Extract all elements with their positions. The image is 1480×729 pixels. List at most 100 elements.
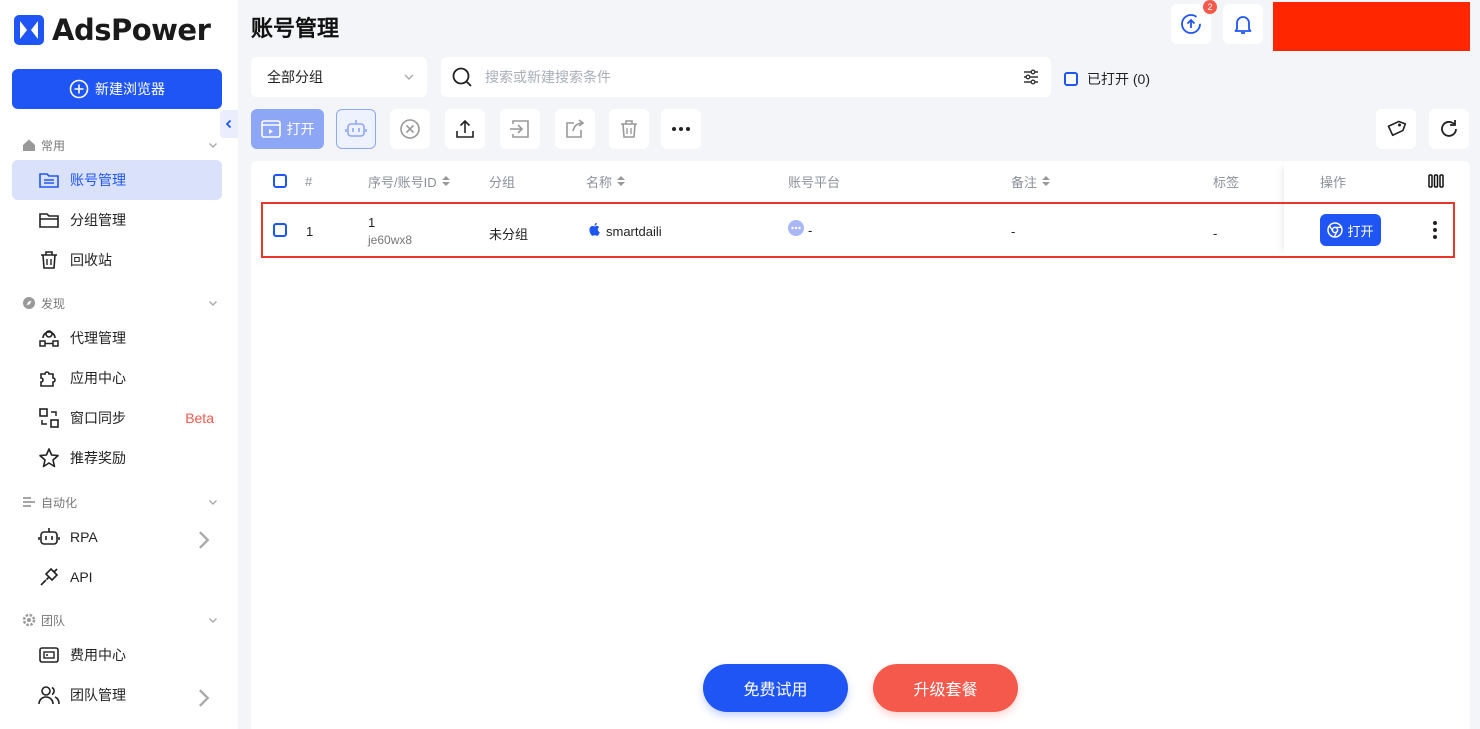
sidebar-item-referral[interactable]: 推荐奖励 (12, 438, 222, 478)
sidebar-item-groups[interactable]: 分组管理 (12, 200, 222, 240)
select-all-checkbox[interactable] (273, 161, 287, 201)
free-trial-button[interactable]: 免费试用 (703, 664, 848, 712)
tags-button[interactable] (1376, 109, 1416, 149)
row-open-browser-button[interactable]: 打开 (1320, 214, 1381, 246)
sidebar-item-apps[interactable]: 应用中心 (12, 358, 222, 398)
sidebar-item-label: 窗口同步 (70, 410, 126, 426)
collapse-sidebar-button[interactable] (220, 110, 238, 138)
sort-icon[interactable] (616, 175, 626, 187)
column-header-group: 分组 (489, 161, 515, 201)
sidebar-item-billing[interactable]: 费用中心 (12, 635, 222, 675)
puzzle-icon (40, 371, 56, 387)
column-settings-button[interactable] (1428, 161, 1444, 201)
trash-icon (621, 120, 637, 138)
sidebar-item-proxy[interactable]: 代理管理 (12, 318, 222, 358)
upload-button[interactable] (445, 109, 485, 149)
group-select[interactable]: 全部分组 (251, 57, 427, 97)
notification-count-badge: 2 (1203, 0, 1217, 14)
row-account-id: je60wx8 (368, 233, 413, 247)
group-select-value: 全部分组 (267, 69, 323, 85)
column-label: 分组 (489, 174, 516, 190)
platform-more-icon (788, 220, 804, 239)
import-icon (510, 120, 529, 138)
open-browser-button[interactable]: 打开 (251, 109, 324, 149)
plug-icon (40, 567, 59, 586)
sync-upload-button[interactable]: 2 (1171, 0, 1217, 44)
redacted-account-area (1273, 2, 1470, 51)
column-header-serial-id[interactable]: 序号/账号ID (368, 161, 451, 201)
users-icon (38, 686, 60, 705)
section-team[interactable]: 团队 (22, 612, 218, 628)
wallet-icon (39, 647, 59, 663)
delete-button[interactable] (609, 109, 649, 149)
share-icon (566, 119, 585, 138)
sidebar-item-label: RPA (70, 529, 98, 545)
search-icon (452, 67, 472, 87)
robot-icon (38, 528, 60, 545)
automation-icon (23, 497, 35, 507)
row-name: smartdaili (606, 224, 662, 239)
opened-label: 已打开 (0) (1087, 71, 1150, 87)
apple-icon (588, 222, 600, 239)
beta-badge: Beta (185, 410, 214, 426)
cloud-upload-icon (1181, 14, 1201, 34)
browser-logo-icon (1327, 222, 1344, 238)
folder-list-icon (39, 173, 59, 188)
bell-icon (1234, 16, 1252, 34)
table-row[interactable] (261, 202, 1455, 258)
sidebar-item-team[interactable]: 团队管理 (12, 675, 222, 715)
share-button[interactable] (555, 109, 595, 149)
column-header-remark[interactable]: 备注 (1011, 161, 1051, 201)
row-group: 未分组 (489, 227, 529, 242)
upgrade-plan-button[interactable]: 升级套餐 (873, 664, 1018, 712)
sidebar-item-window-sync[interactable]: 窗口同步 Beta (12, 398, 222, 438)
sidebar: AdsPower 新建浏览器 常用 账号管理 分组管理 回收站 发现 代理管理 … (0, 0, 238, 729)
column-header-platform: 账号平台 (788, 161, 840, 201)
import-button[interactable] (500, 109, 540, 149)
notifications-button[interactable] (1223, 4, 1263, 44)
columns-icon (1428, 174, 1444, 188)
rpa-button[interactable] (336, 109, 376, 149)
sidebar-item-rpa[interactable]: RPA (12, 517, 222, 557)
close-circle-icon (400, 119, 420, 139)
close-browser-button[interactable] (390, 109, 430, 149)
sidebar-item-label: 推荐奖励 (70, 450, 126, 466)
row-more-button[interactable] (1429, 219, 1441, 241)
section-automation[interactable]: 自动化 (22, 494, 218, 510)
window-sync-icon (39, 408, 59, 428)
logo[interactable]: AdsPower (14, 13, 211, 47)
sidebar-item-api[interactable]: API (12, 557, 222, 597)
chevron-right-icon (199, 531, 210, 549)
sidebar-item-label: API (70, 569, 93, 585)
column-label: 备注 (1011, 174, 1038, 190)
section-common[interactable]: 常用 (22, 137, 218, 153)
row-checkbox[interactable] (273, 223, 287, 237)
chevron-down-icon (209, 618, 217, 623)
chevron-down-icon (209, 500, 217, 505)
new-browser-button[interactable]: 新建浏览器 (12, 69, 222, 109)
row-platform: - (808, 223, 813, 238)
checkbox[interactable] (273, 174, 287, 188)
row-serial: 1 (368, 215, 376, 230)
refresh-button[interactable] (1429, 109, 1469, 149)
chevron-right-icon (199, 689, 210, 707)
sidebar-item-accounts[interactable]: 账号管理 (12, 160, 222, 200)
section-discover[interactable]: 发现 (22, 295, 218, 311)
search-input[interactable] (485, 69, 1005, 85)
opened-filter-checkbox[interactable]: 已打开 (0) (1064, 69, 1150, 89)
sidebar-item-trash[interactable]: 回收站 (12, 240, 222, 280)
filter-settings-icon[interactable] (1023, 69, 1039, 85)
column-header-name[interactable]: 名称 (586, 161, 626, 201)
sidebar-item-label: 团队管理 (70, 687, 126, 703)
upload-icon (456, 119, 474, 138)
checkbox[interactable] (1064, 72, 1078, 86)
proxy-network-icon (39, 330, 59, 347)
sidebar-item-label: 应用中心 (70, 370, 126, 386)
section-label: 自动化 (41, 495, 78, 510)
folder-icon (39, 213, 59, 228)
more-actions-button[interactable] (661, 109, 701, 149)
sort-icon[interactable] (1041, 175, 1051, 187)
sort-icon[interactable] (441, 175, 451, 187)
home-icon (23, 139, 35, 151)
column-header-actions: 操作 (1320, 161, 1346, 201)
